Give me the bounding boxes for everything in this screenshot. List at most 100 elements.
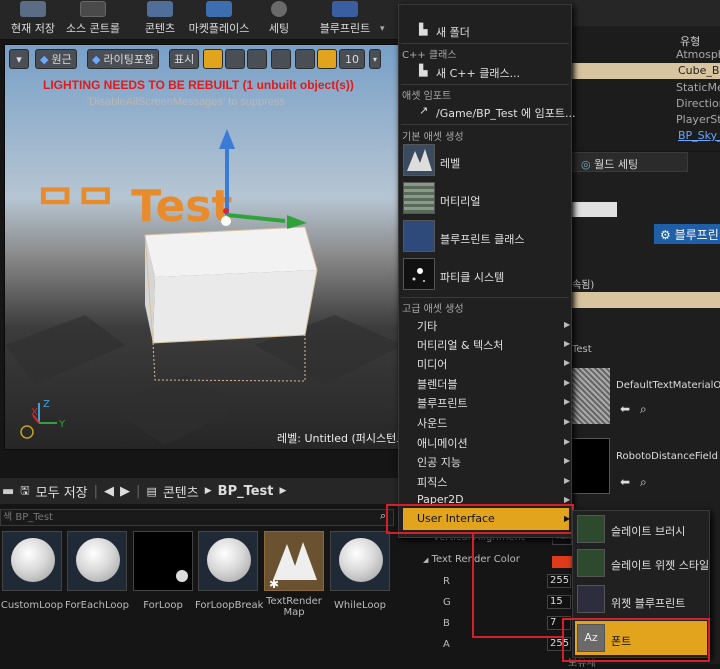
- r-value-input[interactable]: 255: [547, 574, 571, 588]
- content-browser-toolbar: ▬ 🖫 모두 저장 | ◀ ▶ | ▤ 콘텐츠 ▶ BP_Test ▶: [0, 478, 398, 504]
- menu-level[interactable]: 레벨: [440, 155, 460, 171]
- outliner-type: StaticMe: [676, 81, 720, 94]
- menu-separator: [401, 43, 569, 44]
- menu-blueprints[interactable]: 블루프린트: [417, 395, 468, 411]
- menu-blendables[interactable]: 블렌더블: [417, 376, 457, 392]
- content-label: 콘텐츠: [144, 22, 176, 35]
- menu-physics[interactable]: 피직스: [417, 474, 447, 490]
- details-selected-row[interactable]: [572, 292, 720, 308]
- new-folder-icon: ▙: [419, 23, 428, 36]
- test-text-actor[interactable]: ᄆᄆ Test: [35, 181, 233, 232]
- widget-blueprint-icon: [577, 585, 605, 613]
- source-control-label: 소스 콘트롤: [65, 22, 121, 35]
- marketplace-icon: [206, 1, 232, 17]
- blueprint-gear-icon: ⚙: [660, 228, 671, 242]
- menu-material[interactable]: 머티리얼: [440, 193, 480, 209]
- menu-particle-system[interactable]: 파티클 시스템: [440, 269, 504, 285]
- asset-tile[interactable]: [198, 531, 258, 591]
- menu-media[interactable]: 미디어: [417, 356, 447, 372]
- submenu-arrow-icon: ▶: [564, 397, 571, 406]
- menu-import-to[interactable]: /Game/BP_Test 에 임포트...: [436, 105, 575, 121]
- asset-tile[interactable]: [133, 531, 193, 591]
- roboto-field-thumbnail[interactable]: [570, 438, 610, 494]
- path-chevron-icon-2[interactable]: ▶: [280, 486, 287, 496]
- world-settings-label: 월드 세팅: [594, 158, 639, 171]
- forward-icon[interactable]: ▶: [120, 484, 130, 499]
- save-current-button[interactable]: 현재 저장: [8, 0, 58, 40]
- color-swatch[interactable]: [552, 556, 572, 568]
- outliner-type: Cube_Bl: [678, 64, 720, 77]
- menu-materials-textures[interactable]: 머티리얼 & 텍스처: [417, 337, 503, 353]
- submenu-slate-widget-style[interactable]: 슬레이트 위젯 스타일: [611, 557, 709, 573]
- asset-name: ForEachLoop: [65, 600, 129, 611]
- level-label: 레벨:: [277, 432, 301, 445]
- toolbar-expand-icon[interactable]: ▾: [380, 24, 385, 34]
- settings-button[interactable]: 세팅: [262, 0, 296, 40]
- blueprint-button-details[interactable]: ⚙ 블루프린: [654, 224, 720, 244]
- level-icon: [403, 144, 435, 176]
- menu-separator: [401, 124, 569, 125]
- submenu-slate-brush[interactable]: 슬레이트 브러시: [611, 523, 685, 539]
- annotation-box-user-interface: [386, 504, 574, 534]
- menu-new-folder[interactable]: 새 폴더: [436, 24, 470, 40]
- translate-gizmo[interactable]: [219, 129, 307, 229]
- menu-animation[interactable]: 애니메이션: [417, 435, 468, 451]
- browse-search-icon[interactable]: ⌕: [640, 475, 647, 490]
- outliner-type-link[interactable]: BP_Sky_: [678, 129, 720, 142]
- menu-new-cpp-class[interactable]: 새 C++ 클래스...: [436, 65, 520, 81]
- asset-name: ForLoopBreak: [195, 600, 264, 611]
- axis-y-label: Y: [58, 419, 66, 430]
- submenu-arrow-icon: ▶: [564, 339, 571, 348]
- slate-brush-icon: [577, 515, 605, 543]
- tab-world-settings[interactable]: ◎ 월드 세팅: [572, 152, 688, 172]
- divider: |: [93, 483, 99, 499]
- submenu-arrow-icon: ▶: [564, 320, 571, 329]
- asset-tile[interactable]: [330, 531, 390, 591]
- asset-search-input[interactable]: 색 BP_Test: [0, 509, 394, 526]
- new-cpp-icon: ▙: [419, 64, 428, 77]
- help-icon[interactable]: [20, 425, 34, 439]
- level-viewport[interactable]: ▾ ◆ 원근 ◆ 라이팅포함 표시 10 ▾ LIGHTING NEEDS TO…: [4, 44, 402, 450]
- menu-misc[interactable]: 기타: [417, 318, 437, 334]
- expand-arrow-icon[interactable]: ◢: [423, 556, 428, 564]
- submenu-widget-blueprint[interactable]: 위젯 블루프린트: [611, 595, 685, 611]
- slate-widget-style-icon: [577, 549, 605, 577]
- save-all-button[interactable]: 모두 저장: [36, 482, 88, 501]
- settings-label: 세팅: [268, 22, 290, 35]
- use-selected-arrow-icon[interactable]: ⬅: [620, 475, 630, 489]
- content-icon: [147, 1, 173, 17]
- divider-2: |: [136, 483, 141, 499]
- details-search-input[interactable]: [572, 202, 617, 217]
- font-material-thumbnail[interactable]: [570, 368, 610, 424]
- blueprint-icon: [332, 1, 358, 17]
- submenu-arrow-icon: ▶: [564, 437, 571, 446]
- small-sphere-icon: [176, 570, 188, 582]
- menu-sounds[interactable]: 사운드: [417, 415, 447, 431]
- asset-tile[interactable]: [2, 531, 62, 591]
- asset-tile[interactable]: [67, 531, 127, 591]
- g-value-input[interactable]: 15: [547, 595, 571, 609]
- back-icon[interactable]: ◀: [104, 484, 114, 499]
- annotation-box-font: [562, 618, 710, 662]
- menu-ai[interactable]: 인공 지능: [417, 454, 461, 470]
- marketplace-button[interactable]: 마켓플레이스: [186, 0, 252, 40]
- path-root[interactable]: 콘텐츠: [163, 482, 199, 501]
- folder-toggle-icon[interactable]: ▬: [2, 484, 14, 499]
- submenu-arrow-icon: ▶: [564, 456, 571, 465]
- menu-blueprint-class[interactable]: 블루프린트 클래스: [440, 231, 524, 247]
- annotation-connector-vertical: [472, 533, 474, 637]
- level-info: 레벨: Untitled (퍼시스턴트: [277, 430, 401, 446]
- browse-search-icon[interactable]: ⌕: [640, 402, 647, 417]
- use-selected-arrow-icon[interactable]: ⬅: [620, 402, 630, 416]
- asset-tile-selected[interactable]: ✱: [264, 531, 324, 591]
- g-label: G: [443, 597, 451, 608]
- inherited-label: 속됨): [572, 280, 595, 291]
- path-folder[interactable]: BP_Test: [218, 484, 274, 499]
- blueprint-button[interactable]: 블루프린트: [318, 0, 372, 40]
- level-map-icon: ✱: [269, 542, 317, 591]
- axis-x-label: X: [31, 407, 38, 418]
- path-chevron-icon[interactable]: ▶: [205, 486, 212, 496]
- source-control-button[interactable]: 소스 콘트롤: [64, 0, 122, 40]
- import-icon: ↗: [419, 104, 429, 117]
- content-button[interactable]: 콘텐츠: [140, 0, 180, 40]
